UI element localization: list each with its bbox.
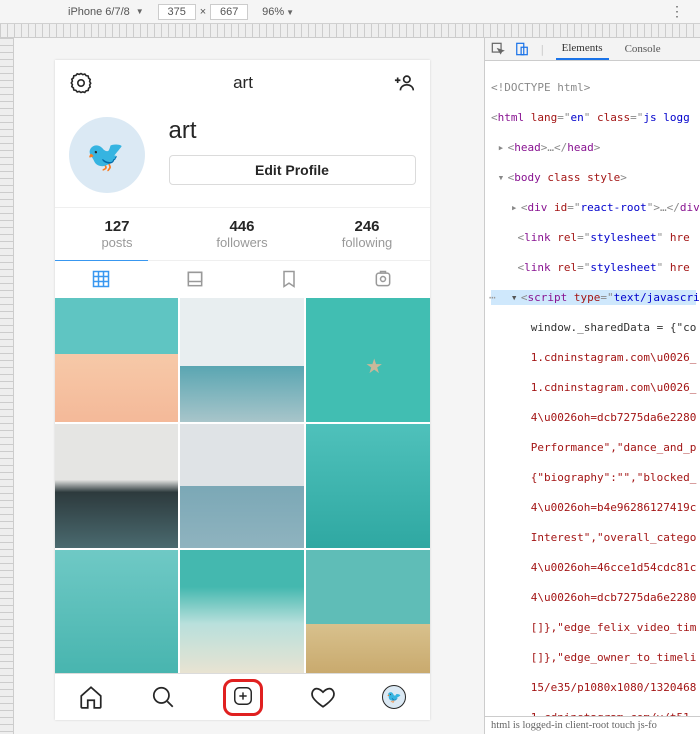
bookmark-icon xyxy=(279,269,299,289)
avatar[interactable]: 🐦 xyxy=(69,117,145,193)
following-label: following xyxy=(305,235,430,250)
tab-saved[interactable] xyxy=(242,261,336,299)
grid-photo[interactable] xyxy=(55,550,179,674)
more-menu-icon[interactable]: ⋮ xyxy=(670,3,684,20)
followers-label: followers xyxy=(180,235,305,250)
tab-elements[interactable]: Elements xyxy=(556,38,609,60)
grid-icon xyxy=(91,269,111,289)
zoom-selector[interactable]: 96%▼ xyxy=(262,6,294,18)
inspect-icon[interactable] xyxy=(491,42,505,56)
elements-source[interactable]: <!DOCTYPE html> <html lang="en" class="j… xyxy=(485,61,700,716)
add-post-button[interactable] xyxy=(223,679,263,716)
grid-photo[interactable] xyxy=(55,424,179,548)
posts-label: posts xyxy=(55,235,180,250)
stats-row: 127 posts 446 followers 246 following xyxy=(55,207,430,260)
dots-icon[interactable]: ⋯ xyxy=(489,290,496,305)
search-icon[interactable] xyxy=(150,684,176,710)
posts-count: 127 xyxy=(55,218,180,235)
bottom-nav: 🐦 xyxy=(55,673,430,720)
page-header: art xyxy=(55,60,430,107)
devtools-toolbar: | Elements Console xyxy=(485,38,700,61)
height-input[interactable]: 667 xyxy=(210,4,248,20)
grid-photo[interactable] xyxy=(306,550,430,674)
username: art xyxy=(169,117,416,145)
tab-tagged[interactable] xyxy=(336,261,430,299)
tab-grid[interactable] xyxy=(55,260,149,299)
following-count: 246 xyxy=(305,218,430,235)
grid-photo[interactable] xyxy=(306,424,430,548)
plus-icon xyxy=(232,685,254,707)
profile-nav-avatar[interactable]: 🐦 xyxy=(382,685,406,709)
breadcrumb-status: html is logged-in client-root touch js-f… xyxy=(485,716,700,734)
tab-console[interactable]: Console xyxy=(619,39,667,59)
heart-icon[interactable] xyxy=(310,684,336,710)
device-selector[interactable]: iPhone 6/7/8 ▼ xyxy=(68,6,144,18)
chevron-down-icon: ▼ xyxy=(136,7,144,16)
phone-frame: art 🐦 art Edit Profile 127 posts 446 fol… xyxy=(55,60,430,720)
stat-posts[interactable]: 127 posts xyxy=(55,218,180,250)
grid-photo[interactable] xyxy=(180,298,304,422)
feed-icon xyxy=(185,269,205,289)
stat-followers[interactable]: 446 followers xyxy=(180,218,305,250)
devtools-panel: | Elements Console <!DOCTYPE html> <html… xyxy=(484,38,700,734)
stat-following[interactable]: 246 following xyxy=(305,218,430,250)
width-input[interactable]: 375 xyxy=(158,4,196,20)
grid-photo[interactable] xyxy=(180,550,304,674)
tab-feed[interactable] xyxy=(148,261,242,299)
device-mode-icon[interactable] xyxy=(515,42,529,56)
add-person-icon[interactable] xyxy=(394,72,416,94)
horizontal-ruler xyxy=(0,24,700,38)
vertical-ruler xyxy=(0,38,14,734)
home-icon[interactable] xyxy=(78,684,104,710)
chevron-down-icon: ▼ xyxy=(286,8,294,17)
page-title: art xyxy=(233,73,253,93)
profile-section: 🐦 art Edit Profile xyxy=(55,107,430,207)
avatar-image: 🐦 xyxy=(82,130,132,178)
grid-photo[interactable] xyxy=(180,424,304,548)
device-toolbar: iPhone 6/7/8 ▼ 375 × 667 96%▼ ⋮ xyxy=(0,0,700,24)
followers-count: 446 xyxy=(180,218,305,235)
grid-photo[interactable] xyxy=(306,298,430,422)
avatar-image: 🐦 xyxy=(387,690,402,704)
tagged-icon xyxy=(373,269,393,289)
device-viewport: art 🐦 art Edit Profile 127 posts 446 fol… xyxy=(0,38,484,734)
edit-profile-button[interactable]: Edit Profile xyxy=(169,155,416,185)
grid-photo[interactable] xyxy=(55,298,179,422)
dimension-separator: × xyxy=(200,6,206,18)
settings-icon[interactable] xyxy=(69,71,93,95)
device-name: iPhone 6/7/8 xyxy=(68,6,130,18)
view-tabs xyxy=(55,260,430,299)
photo-grid xyxy=(55,298,430,673)
